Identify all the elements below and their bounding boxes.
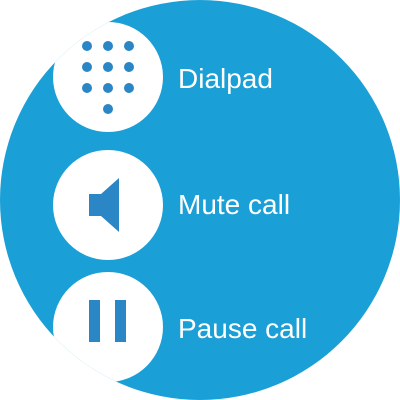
- dialpad-button[interactable]: [53, 22, 163, 132]
- pause-icon: [89, 300, 126, 342]
- dialpad-icon: [82, 41, 134, 114]
- menu-item-dialpad[interactable]: Dialpad: [0, 22, 400, 132]
- menu-item-pause-call[interactable]: Pause call: [0, 272, 400, 382]
- dialpad-label: Dialpad: [178, 63, 273, 94]
- pause-call-button[interactable]: [53, 272, 163, 382]
- menu-item-mute-call[interactable]: Mute call: [0, 150, 400, 260]
- mute-call-button[interactable]: [53, 150, 163, 260]
- watch-face: Dialpad Mute call Pause call: [0, 0, 400, 400]
- pause-call-label: Pause call: [178, 313, 308, 344]
- mute-call-label: Mute call: [178, 189, 291, 220]
- volume-icon: [89, 178, 119, 232]
